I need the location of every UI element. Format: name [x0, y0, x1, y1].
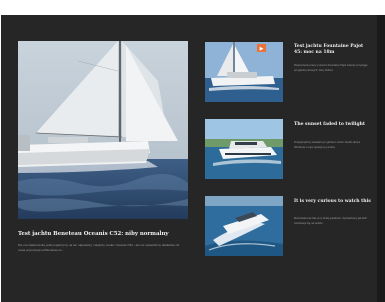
card-3-title[interactable]: It is very curious to watch this — [294, 199, 372, 205]
main-article-image[interactable] — [18, 41, 188, 219]
card-1-title[interactable]: Test jachtu Fountaine Pajot 45: moc na 1… — [294, 44, 372, 56]
main-article-excerpt: Nie ma zaskoczenia, jeśli popatrzymy na … — [18, 243, 180, 252]
main-article-title[interactable]: Test jachtu Beneteau Oceanis C52: niby n… — [18, 231, 190, 238]
speedboat-photo — [205, 196, 283, 256]
motor-yacht-photo — [205, 119, 283, 179]
svg-text:▶: ▶ — [260, 46, 264, 52]
card-3-excerpt: Motorówka tnie fale przy dużej prędkości… — [294, 217, 367, 225]
page-edge — [377, 15, 385, 302]
card-3-image[interactable] — [205, 196, 283, 256]
card-2-excerpt: Przepłynęliśmy kawałek tym jachtem zanim… — [294, 141, 361, 149]
card-2-image[interactable] — [205, 119, 283, 179]
catamaran-photo: ▶ — [205, 42, 283, 102]
card-1-excerpt: Rozpoczęcie pracy w stoczni Fountaine Pa… — [294, 64, 368, 72]
card-1-image[interactable]: ▶ — [205, 42, 283, 102]
sailboat-photo — [18, 41, 188, 219]
card-2-title[interactable]: The sunset faded to twilight — [294, 122, 372, 128]
